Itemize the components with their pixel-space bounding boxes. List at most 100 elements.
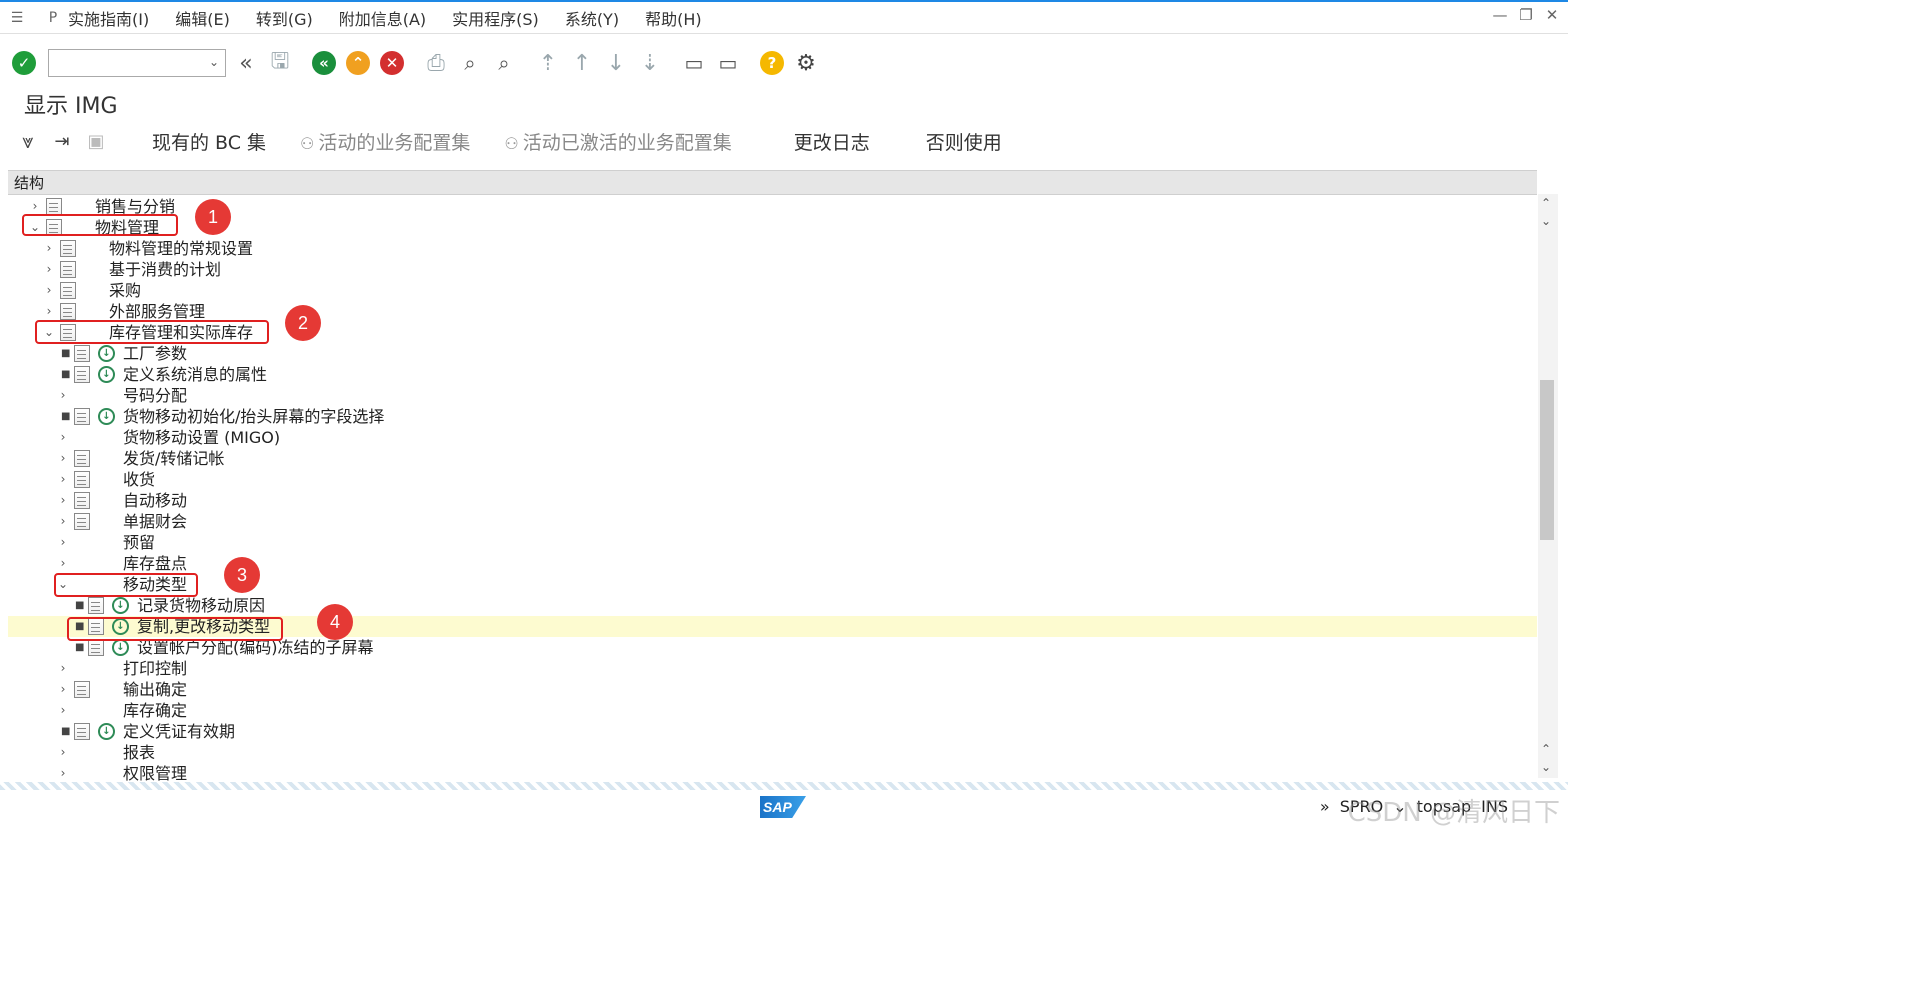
scroll-page-down-icon[interactable]: ⌃ [1541, 742, 1551, 756]
find-next-icon[interactable]: ⌕ [490, 49, 518, 77]
documentation-icon[interactable] [74, 471, 90, 488]
documentation-icon[interactable] [60, 282, 76, 299]
minimize-icon[interactable]: — [1492, 6, 1508, 24]
chevron-right-icon[interactable]: › [56, 679, 70, 700]
menu-item-extras[interactable]: 附加信息(A) [339, 6, 426, 30]
tree-node-reservation[interactable]: › 预留 [8, 532, 1537, 553]
documentation-icon[interactable] [60, 303, 76, 320]
chevron-right-icon[interactable]: › [42, 259, 56, 280]
menu-icon[interactable]: ☰ [8, 9, 26, 27]
menu-item-goto[interactable]: 转到(G) [256, 6, 313, 30]
tree-node-movement-reasons[interactable]: ■ ↓ 记录货物移动原因 [8, 595, 1537, 616]
chevron-right-icon[interactable]: › [56, 427, 70, 448]
tree-node-external-services[interactable]: › 外部服务管理 [8, 301, 1537, 322]
tree-node-automatic-movements[interactable]: › 自动移动 [8, 490, 1537, 511]
tree-node-print-control[interactable]: › 打印控制 [8, 658, 1537, 679]
double-left-icon[interactable]: « [232, 49, 260, 77]
chevron-down-icon[interactable]: ⌄ [209, 55, 219, 69]
create-session-icon[interactable]: ▭ [680, 49, 708, 77]
menu-item-implementation-guide[interactable]: 实施指南(I) [68, 6, 149, 30]
execute-icon[interactable]: ↓ [98, 366, 115, 383]
chevron-right-icon[interactable]: › [42, 280, 56, 301]
tree-node-document-accounting[interactable]: › 单据财会 [8, 511, 1537, 532]
chevron-right-icon[interactable]: › [56, 469, 70, 490]
scroll-up-icon[interactable]: ⌃ [1541, 196, 1551, 210]
tree-node-consumption-planning[interactable]: › 基于消费的计划 [8, 259, 1537, 280]
menu-item-utilities[interactable]: 实用程序(S) [452, 6, 539, 30]
tree-node-field-selection[interactable]: ■ ↓ 货物移动初始化/抬头屏幕的字段选择 [8, 406, 1537, 427]
shortcut-icon[interactable]: ▭ [714, 49, 742, 77]
tree-node-goods-receipt[interactable]: › 收货 [8, 469, 1537, 490]
tree-node-purchasing[interactable]: › 采购 [8, 280, 1537, 301]
documentation-icon[interactable] [74, 366, 90, 383]
close-icon[interactable]: ✕ [1544, 6, 1560, 24]
tree-node-stock-determination[interactable]: › 库存确定 [8, 700, 1537, 721]
chevron-right-icon[interactable]: › [56, 763, 70, 782]
chevron-right-icon[interactable]: › [56, 553, 70, 574]
chevron-right-icon[interactable]: › [56, 448, 70, 469]
documentation-icon[interactable] [74, 681, 90, 698]
find-icon[interactable]: ⌕ [456, 49, 484, 77]
documentation-icon[interactable] [88, 597, 104, 614]
documentation-icon[interactable] [74, 450, 90, 467]
tree-node-materials-management[interactable]: ⌄ 物料管理 [8, 217, 1537, 238]
check-icon[interactable]: ✓ [10, 49, 38, 77]
documentation-icon[interactable] [74, 492, 90, 509]
where-used-button[interactable]: 否则使用 [926, 128, 1002, 155]
execute-icon[interactable]: ↓ [112, 639, 129, 656]
execute-icon[interactable]: ↓ [98, 723, 115, 740]
tree-node-output-determination[interactable]: › 输出确定 [8, 679, 1537, 700]
chevron-right-icon[interactable]: › [56, 700, 70, 721]
documentation-icon[interactable] [74, 408, 90, 425]
tree-node-goods-issue[interactable]: › 发货/转储记帐 [8, 448, 1537, 469]
documentation-icon[interactable] [60, 261, 76, 278]
settings-icon[interactable]: ⚙ [792, 49, 820, 77]
documentation-icon[interactable] [60, 240, 76, 257]
menu-item-help[interactable]: 帮助(H) [645, 6, 702, 30]
menu-item-system[interactable]: 系统(Y) [565, 6, 619, 30]
expand-all-icon[interactable]: ⩔ [14, 127, 42, 155]
existing-bc-sets-button[interactable]: 现有的 BC 集 [152, 128, 266, 155]
documentation-icon[interactable] [46, 198, 62, 215]
execute-icon[interactable]: ↓ [98, 408, 115, 425]
scroll-page-up-icon[interactable]: ⌄ [1541, 214, 1551, 228]
chevron-right-icon[interactable]: › [56, 490, 70, 511]
tree-node-number-assignment[interactable]: › 号码分配 [8, 385, 1537, 406]
command-input[interactable] [49, 50, 199, 76]
scroll-down-icon[interactable]: ⌄ [1541, 760, 1551, 774]
documentation-icon[interactable] [88, 639, 104, 656]
menu-item-edit[interactable]: 编辑(E) [175, 6, 230, 30]
execute-icon[interactable]: ↓ [98, 345, 115, 362]
tree-node-reports[interactable]: › 报表 [8, 742, 1537, 763]
pin-icon[interactable]: 𝖯 [44, 9, 62, 27]
documentation-icon[interactable] [74, 513, 90, 530]
restore-icon[interactable]: ❐ [1518, 6, 1534, 24]
chevron-right-icon[interactable]: › [42, 238, 56, 259]
tree-node-system-messages[interactable]: ■ ↓ 定义系统消息的属性 [8, 364, 1537, 385]
chevron-right-icon[interactable]: › [56, 385, 70, 406]
tree-node-authorization-management[interactable]: › 权限管理 [8, 763, 1537, 782]
tree-node-document-lifetime[interactable]: ■ ↓ 定义凭证有效期 [8, 721, 1537, 742]
scroll-thumb[interactable] [1540, 380, 1554, 540]
execute-icon[interactable]: ↓ [112, 597, 129, 614]
vertical-scrollbar[interactable]: ⌃ ⌄ ⌃ ⌄ [1538, 194, 1558, 778]
chevron-right-icon[interactable]: › [56, 658, 70, 679]
documentation-icon[interactable] [74, 345, 90, 362]
chevron-right-icon[interactable]: › [56, 532, 70, 553]
change-log-button[interactable]: 更改日志 [794, 128, 870, 155]
exit-icon[interactable]: ⌃ [344, 49, 372, 77]
tree-node-plant-parameters[interactable]: ■ ↓ 工厂参数 [8, 343, 1537, 364]
expand-status-icon[interactable]: » [1320, 797, 1330, 816]
back-icon[interactable]: « [310, 49, 338, 77]
documentation-icon[interactable] [74, 723, 90, 740]
transfer-icon[interactable]: ⇥ [48, 127, 76, 155]
chevron-right-icon[interactable]: › [56, 511, 70, 532]
command-field[interactable]: ⌄ [48, 49, 226, 77]
chevron-right-icon[interactable]: › [56, 742, 70, 763]
tree-node-mm-general-settings[interactable]: › 物料管理的常规设置 [8, 238, 1537, 259]
tree-node-sales-distribution[interactable]: › 销售与分销 [8, 196, 1537, 217]
tree-node-migo-settings[interactable]: › 货物移动设置 (MIGO) [8, 427, 1537, 448]
help-icon[interactable]: ? [758, 49, 786, 77]
chevron-right-icon[interactable]: › [42, 301, 56, 322]
cancel-icon[interactable]: ✕ [378, 49, 406, 77]
